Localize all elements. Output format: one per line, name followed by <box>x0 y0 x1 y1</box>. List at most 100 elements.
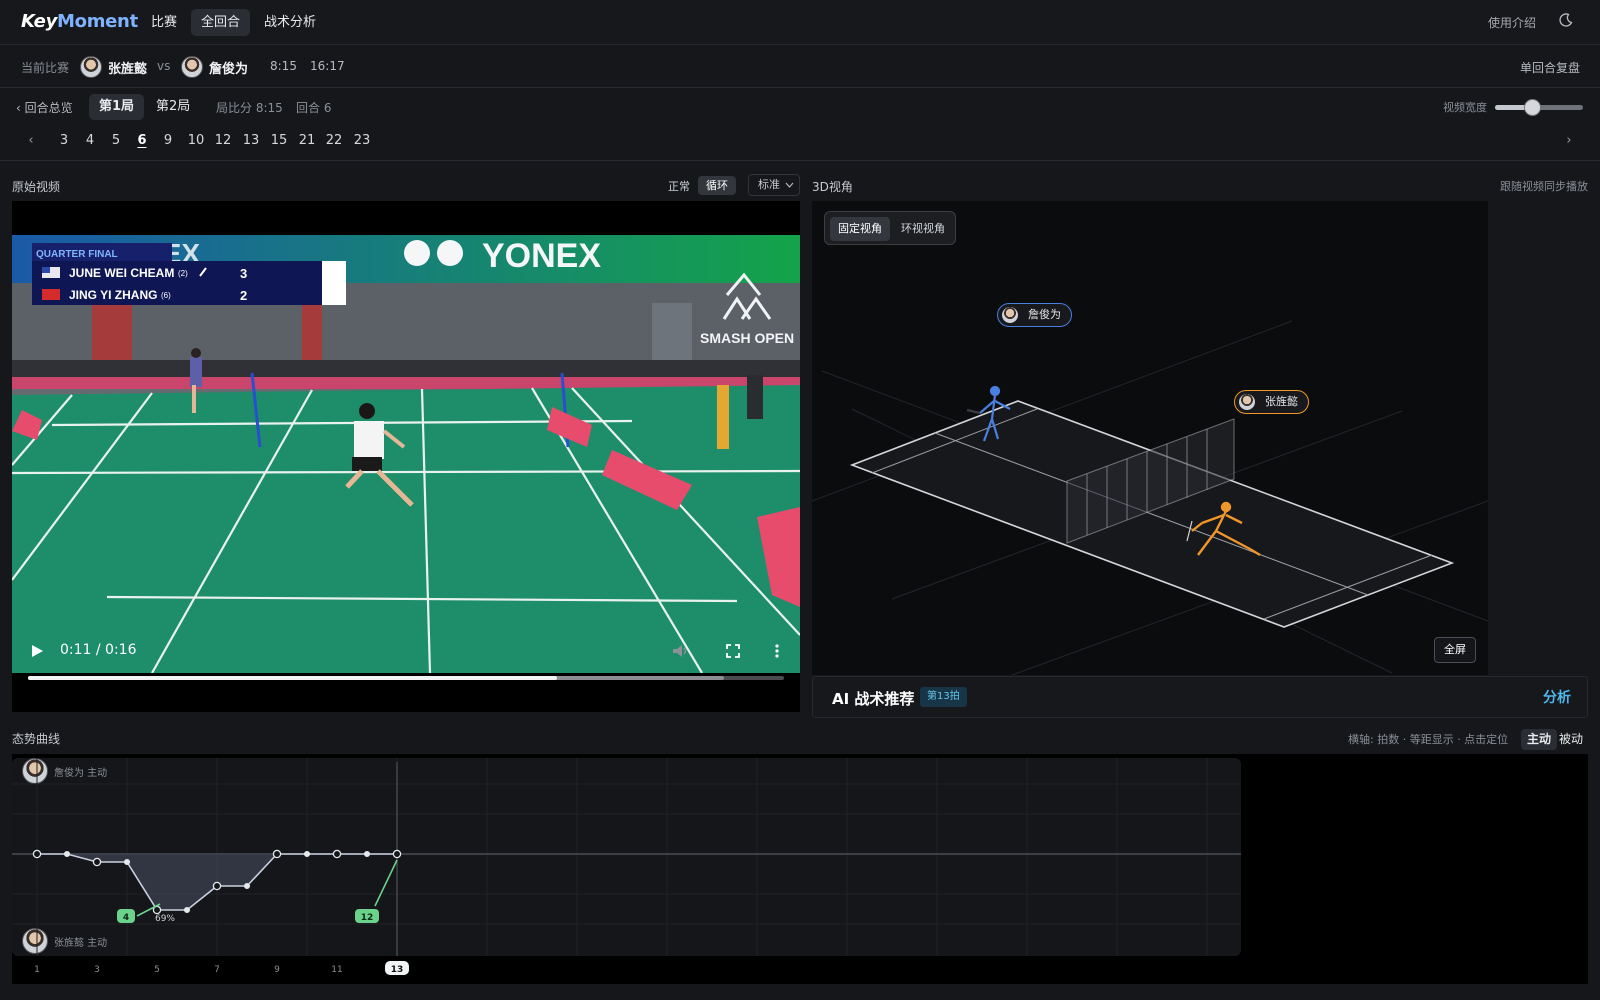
trend-title: 态势曲线 <box>12 732 61 746</box>
trend-badge-b: 12 <box>361 913 374 923</box>
trend-point-3[interactable] <box>92 857 102 867</box>
quality-select[interactable]: 标准 <box>748 174 800 196</box>
event-logo-text: SMASH OPEN <box>700 330 794 346</box>
rally-item-5[interactable]: 5 <box>104 133 128 148</box>
trend-tick-3[interactable]: 3 <box>94 965 100 975</box>
tab-game-1[interactable]: 第1局 <box>89 94 145 120</box>
trend-svg: 1 3 5 7 9 11 13 4 69% 12 <box>12 758 1241 975</box>
far-player-tag-avatar <box>1002 307 1018 323</box>
trend-badge-pct: 69% <box>155 914 175 924</box>
quality-value: 标准 <box>758 178 780 191</box>
rally-item-9[interactable]: 9 <box>156 133 180 148</box>
trend-point-13[interactable] <box>392 849 402 859</box>
rally-prev-button[interactable]: ‹ <box>19 133 43 148</box>
score-game2: 16:17 <box>310 59 345 73</box>
trend-point-1[interactable] <box>32 849 42 859</box>
ai-tactic-title: AI 战术推荐 <box>832 690 915 708</box>
nav-all-rallies[interactable]: 全回合 <box>191 9 251 36</box>
view3d-title: 3D视角 <box>812 180 853 194</box>
speed-normal[interactable]: 正常 <box>668 178 690 194</box>
court-3d <box>812 320 1488 675</box>
trend-axis-note: 横轴: 拍数 · 等距显示 · 点击定位 <box>1348 733 1509 746</box>
tab-game-2[interactable]: 第2局 <box>146 94 200 120</box>
trend-point-4[interactable] <box>123 858 131 866</box>
player2-avatar <box>181 56 203 78</box>
trend-tick-9[interactable]: 9 <box>274 965 280 975</box>
trend-point-11[interactable] <box>332 849 342 859</box>
trend-tick-1[interactable]: 1 <box>34 965 40 975</box>
rally-item-22[interactable]: 22 <box>322 133 346 148</box>
nav-tactics[interactable]: 战术分析 <box>254 9 326 36</box>
rally-item-23[interactable]: 23 <box>350 133 374 148</box>
trend-point-7[interactable] <box>212 881 222 891</box>
game-rally-row: ‹ 回合总览 第1局 第2局 局比分 8:15 回合 6 视频宽度 ‹ 3456… <box>0 89 1600 161</box>
far-player-tag: 詹俊为 <box>997 303 1072 327</box>
rally-item-10[interactable]: 10 <box>184 133 208 148</box>
scoreboard-seed-1: (2) <box>178 269 188 278</box>
volume-icon[interactable] <box>672 644 690 658</box>
rally-item-4[interactable]: 4 <box>78 133 102 148</box>
rally-item-6[interactable]: 6 <box>130 133 154 148</box>
top-bar: KeyMoment 比赛 全回合 战术分析 使用介绍 <box>0 0 1600 45</box>
nav-match[interactable]: 比赛 <box>141 9 187 36</box>
rally-item-15[interactable]: 15 <box>267 133 291 148</box>
trend-point-6[interactable] <box>183 906 191 914</box>
app-logo[interactable]: KeyMoment <box>21 11 138 32</box>
view3d-fullscreen-button[interactable]: 全屏 <box>1434 637 1476 663</box>
vs-label: vs <box>157 59 171 73</box>
rally-item-3[interactable]: 3 <box>52 133 76 148</box>
player1-avatar <box>80 56 102 78</box>
trend-tick-7[interactable]: 7 <box>214 965 220 975</box>
trend-point-2[interactable] <box>63 850 71 858</box>
trend-tick-13[interactable]: 13 <box>391 965 404 975</box>
help-link[interactable]: 使用介绍 <box>1488 14 1536 31</box>
trend-tick-5[interactable]: 5 <box>154 965 160 975</box>
trend-point-8[interactable] <box>243 882 251 890</box>
rally-item-21[interactable]: 21 <box>295 133 319 148</box>
scoreboard-seed-2: (6) <box>161 291 171 300</box>
match-row: 当前比赛 张旌懿 vs 詹俊为 8:15 16:17 单回合复盘 <box>0 46 1600 88</box>
fixed-view-button[interactable]: 固定视角 <box>830 217 890 241</box>
ai-tactic-panel: AI 战术推荐 第13拍 分析 <box>812 676 1588 718</box>
player2-name: 詹俊为 <box>209 62 249 77</box>
trend-point-9[interactable] <box>272 849 282 859</box>
brand-logo-mark <box>404 240 430 266</box>
play-icon[interactable] <box>30 644 44 658</box>
scoreboard-score-2: 2 <box>240 288 247 303</box>
rally-number: 回合 6 <box>296 101 332 115</box>
trend-point-12[interactable] <box>363 850 371 858</box>
scoreboard-round: QUARTER FINAL <box>36 249 118 260</box>
moon-icon[interactable] <box>1559 13 1573 27</box>
more-icon[interactable] <box>774 643 780 659</box>
mode-active-button[interactable]: 主动 <box>1521 729 1558 750</box>
video-frame: YONEX YONEX <box>12 235 800 673</box>
scoreboard-name-1: JUNE WEI CHEAM <box>69 266 174 280</box>
ai-shot-badge: 第13拍 <box>920 687 967 707</box>
chevron-down-icon <box>785 182 794 188</box>
rally-item-13[interactable]: 13 <box>239 133 263 148</box>
ai-analyze-button[interactable]: 分析 <box>1543 687 1571 707</box>
orbit-view-button[interactable]: 环视视角 <box>893 217 953 241</box>
speed-loop[interactable]: 循环 <box>698 176 736 195</box>
scoreboard-score-1: 3 <box>240 266 247 281</box>
back-to-overview[interactable]: ‹ 回合总览 <box>16 99 73 116</box>
single-review-link[interactable]: 单回合复盘 <box>1520 59 1580 76</box>
fullscreen-icon[interactable] <box>726 644 740 658</box>
trend-point-10[interactable] <box>303 850 311 858</box>
video-progress-bar <box>28 676 558 680</box>
slider-thumb[interactable] <box>1523 99 1541 116</box>
trend-arrow-b <box>374 859 398 907</box>
view3d-canvas[interactable]: 固定视角 环视视角 詹俊为 张旌懿 全屏 <box>812 201 1488 675</box>
video-title: 原始视频 <box>12 180 61 194</box>
rally-next-button[interactable]: › <box>1557 133 1581 148</box>
video-time: 0:11 / 0:16 <box>60 642 137 658</box>
trend-badge-a: 4 <box>123 913 129 923</box>
trend-tick-11[interactable]: 11 <box>331 965 342 975</box>
mode-passive-button[interactable]: 被动 <box>1553 729 1589 750</box>
brand-logo-mark-2 <box>437 240 463 266</box>
current-match-label: 当前比赛 <box>21 61 70 75</box>
rally-item-12[interactable]: 12 <box>211 133 235 148</box>
video-player[interactable]: YONEX YONEX <box>12 201 800 712</box>
video-progress-track[interactable] <box>28 676 784 680</box>
sync-playback-label[interactable]: 跟随视频同步播放 <box>1500 178 1588 194</box>
